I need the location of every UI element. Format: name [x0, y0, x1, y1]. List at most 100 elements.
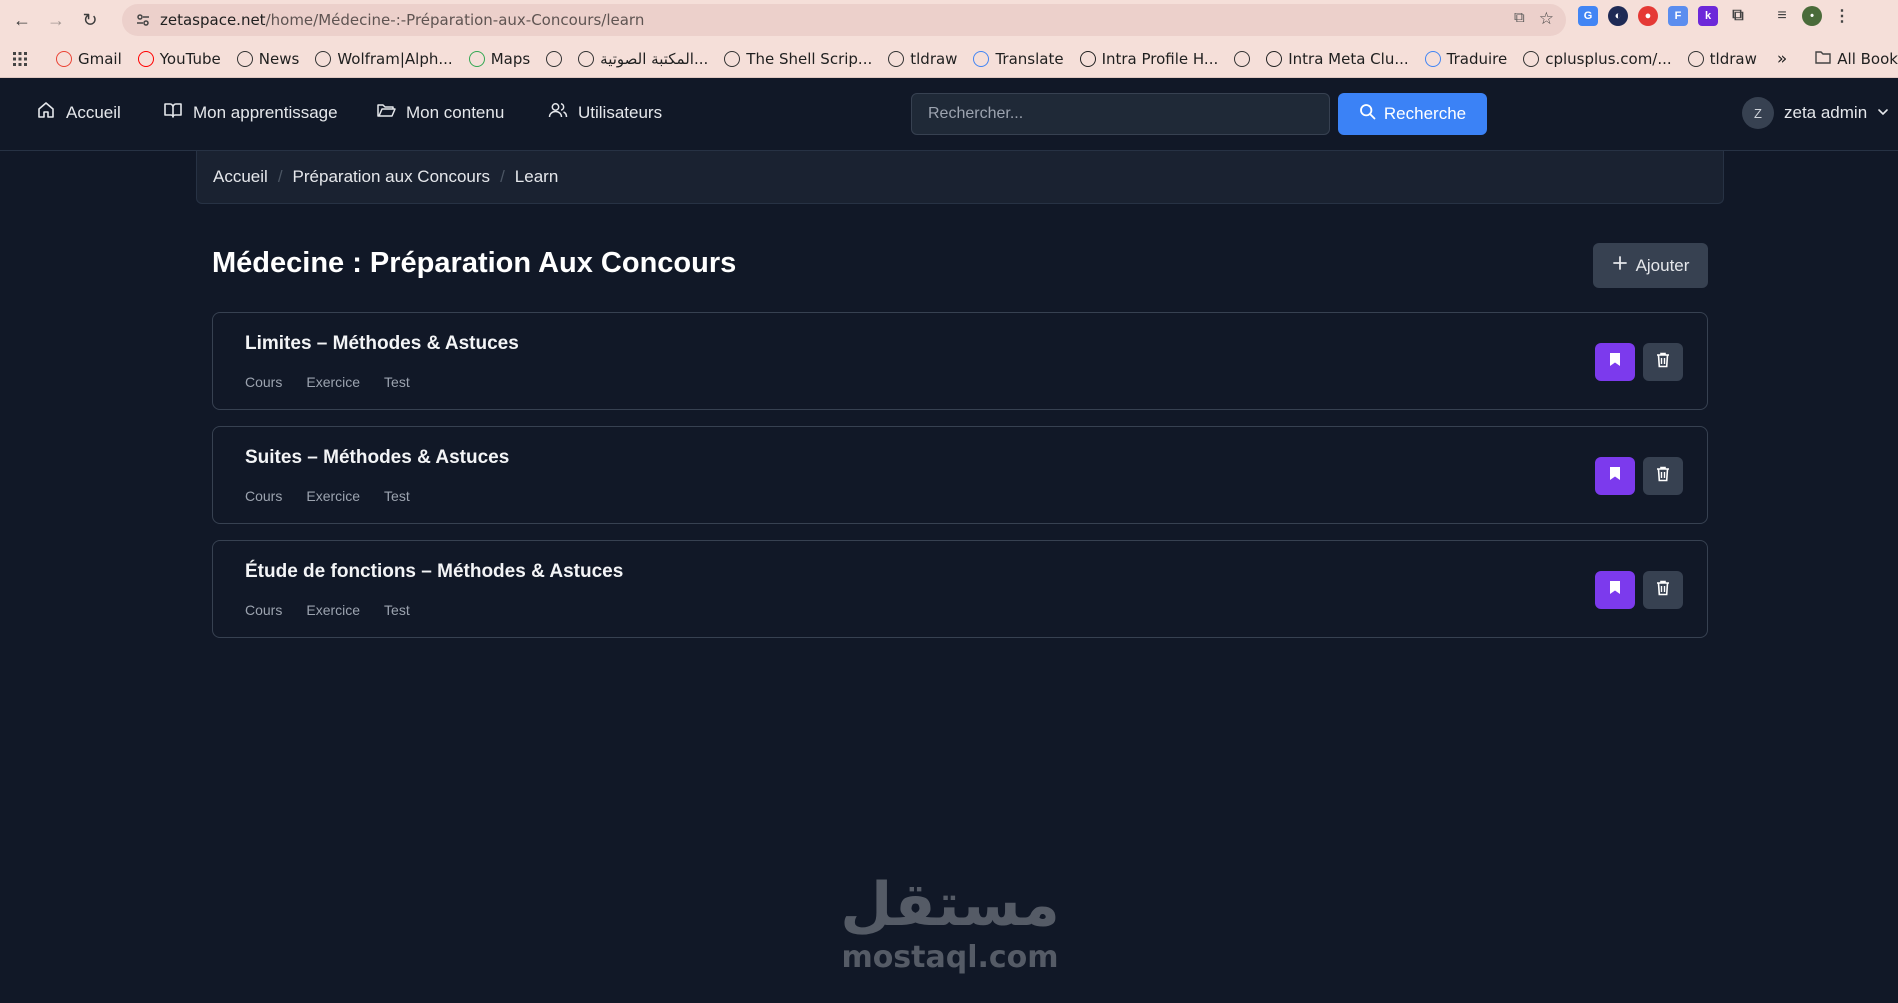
address-bar[interactable]: zetaspace.net/home/Médecine-:-Préparatio… [122, 4, 1566, 36]
nav-home-label: Accueil [66, 102, 121, 122]
link-exercice[interactable]: Exercice [306, 602, 360, 618]
star-icon[interactable]: ☆ [1539, 9, 1554, 29]
user-menu[interactable]: Z zeta admin [1742, 97, 1889, 129]
breadcrumb-home[interactable]: Accueil [213, 167, 268, 187]
bookmark-item[interactable]: Intra Meta Clu... [1258, 50, 1416, 68]
translate-icon [1424, 50, 1441, 67]
user-name: zeta admin [1784, 103, 1868, 122]
bookmark-item[interactable]: YouTube [130, 50, 229, 68]
delete-button[interactable] [1643, 343, 1683, 381]
bookmark-item[interactable]: المكتبة الصوتية... [570, 50, 716, 68]
bookmark-item[interactable]: The Shell Scrip... [716, 50, 880, 68]
bookmark-item[interactable]: Maps [461, 50, 538, 68]
browser-toolbar: ← → ↻ zetaspace.net/home/Médecine-:-Prép… [0, 0, 1898, 40]
bookmark-label: Translate [995, 49, 1064, 68]
bookmark-item[interactable] [538, 50, 570, 67]
bookmark-item[interactable]: Traduire [1417, 50, 1516, 68]
item-title[interactable]: Suites – Méthodes & Astuces [245, 447, 509, 469]
k-extension-icon[interactable]: k [1698, 6, 1718, 26]
bookmark-label: Intra Meta Clu... [1288, 49, 1409, 68]
site-info-icon[interactable] [132, 9, 154, 31]
profile-avatar-icon[interactable]: • [1802, 6, 1822, 26]
globe-icon [236, 50, 253, 67]
bookmark-item[interactable]: tldraw [880, 50, 965, 68]
nav-learning[interactable]: Mon apprentissage [163, 100, 338, 125]
bookmark-item[interactable]: Wolfram|Alph... [307, 50, 460, 68]
intra-icon [1079, 50, 1096, 67]
all-bookmarks-label: All Bookmarks [1837, 49, 1898, 68]
chevron-down-icon [1877, 103, 1889, 123]
bookmark-icon [1609, 466, 1621, 486]
forward-icon[interactable]: → [42, 6, 70, 34]
reading-list-icon[interactable]: ≡ [1772, 6, 1792, 26]
link-test[interactable]: Test [384, 488, 410, 504]
delete-button[interactable] [1643, 571, 1683, 609]
bookmark-button[interactable] [1595, 571, 1635, 609]
globe-icon [888, 50, 905, 67]
bookmark-item[interactable] [1226, 50, 1258, 67]
translate-extension-icon[interactable]: G [1578, 6, 1598, 26]
search-button[interactable]: Recherche [1338, 93, 1487, 135]
bookmark-label: Gmail [78, 49, 122, 68]
nav-home[interactable]: Accueil [36, 100, 121, 125]
watermark-logo: مستقل mostaql.com [820, 870, 1080, 975]
bookmark-icon [1609, 580, 1621, 600]
breadcrumb-separator: / [500, 167, 505, 186]
translate-page-icon[interactable]: ⧉ [1514, 9, 1525, 29]
bookmark-item[interactable]: Intra Profile H... [1072, 50, 1227, 68]
translate-icon [973, 50, 990, 67]
globe-icon [1523, 50, 1540, 67]
breadcrumb: Accueil / Préparation aux Concours / Lea… [196, 151, 1724, 204]
list-item: Suites – Méthodes & Astuces Cours Exerci… [212, 426, 1708, 524]
more-bookmarks-button[interactable]: » [1769, 49, 1795, 69]
watermark-arabic: مستقل [840, 870, 1060, 940]
menu-dots-icon[interactable]: ⋮ [1832, 6, 1852, 26]
notes-extension-icon[interactable]: F [1668, 6, 1688, 26]
bookmark-item[interactable]: Translate [965, 50, 1071, 68]
search-input[interactable] [911, 93, 1330, 135]
globe-icon [315, 50, 332, 67]
bookmark-label: المكتبة الصوتية... [600, 49, 709, 68]
all-bookmarks-button[interactable]: All Bookmarks [1807, 50, 1898, 68]
bookmark-item[interactable]: tldraw [1680, 50, 1765, 68]
avatar: Z [1742, 97, 1774, 129]
bookmark-item[interactable]: Gmail [48, 50, 130, 68]
link-cours[interactable]: Cours [245, 602, 282, 618]
link-exercice[interactable]: Exercice [306, 488, 360, 504]
link-test[interactable]: Test [384, 602, 410, 618]
bookmark-item[interactable]: cplusplus.com/... [1515, 50, 1679, 68]
nav-users-label: Utilisateurs [578, 102, 663, 122]
globe-icon [724, 50, 741, 67]
add-button[interactable]: Ajouter [1593, 243, 1708, 288]
apps-grid-icon[interactable] [0, 51, 36, 67]
bookmark-button[interactable] [1595, 343, 1635, 381]
nav-content[interactable]: Mon contenu [376, 100, 504, 125]
trash-icon [1656, 466, 1670, 487]
bookmark-icon [1609, 352, 1621, 372]
nav-users[interactable]: Utilisateurs [548, 100, 662, 125]
bookmark-button[interactable] [1595, 457, 1635, 495]
link-cours[interactable]: Cours [245, 488, 282, 504]
shield-extension-icon[interactable]: ● [1638, 6, 1658, 26]
delete-button[interactable] [1643, 457, 1683, 495]
url-host: zetaspace.net [160, 11, 266, 29]
bookmark-item[interactable]: News [229, 50, 308, 68]
moon-extension-icon[interactable]: ◐ [1608, 6, 1628, 26]
nav-learning-label: Mon apprentissage [193, 102, 338, 122]
tldraw-icon [1687, 50, 1704, 67]
reload-icon[interactable]: ↻ [76, 6, 104, 34]
link-cours[interactable]: Cours [245, 374, 282, 390]
breadcrumb-category[interactable]: Préparation aux Concours [293, 167, 491, 187]
item-title[interactable]: Limites – Méthodes & Astuces [245, 333, 519, 355]
item-title[interactable]: Étude de fonctions – Méthodes & Astuces [245, 561, 623, 583]
youtube-icon [137, 50, 154, 67]
users-icon [548, 100, 568, 125]
extensions-puzzle-icon[interactable]: ⧉ [1728, 6, 1748, 26]
plus-icon [1612, 255, 1628, 276]
back-icon[interactable]: ← [8, 6, 36, 34]
link-test[interactable]: Test [384, 374, 410, 390]
bookmark-label: tldraw [910, 49, 958, 68]
link-exercice[interactable]: Exercice [306, 374, 360, 390]
bookmark-label: cplusplus.com/... [1545, 49, 1672, 68]
bookmark-label: Traduire [1446, 49, 1508, 68]
